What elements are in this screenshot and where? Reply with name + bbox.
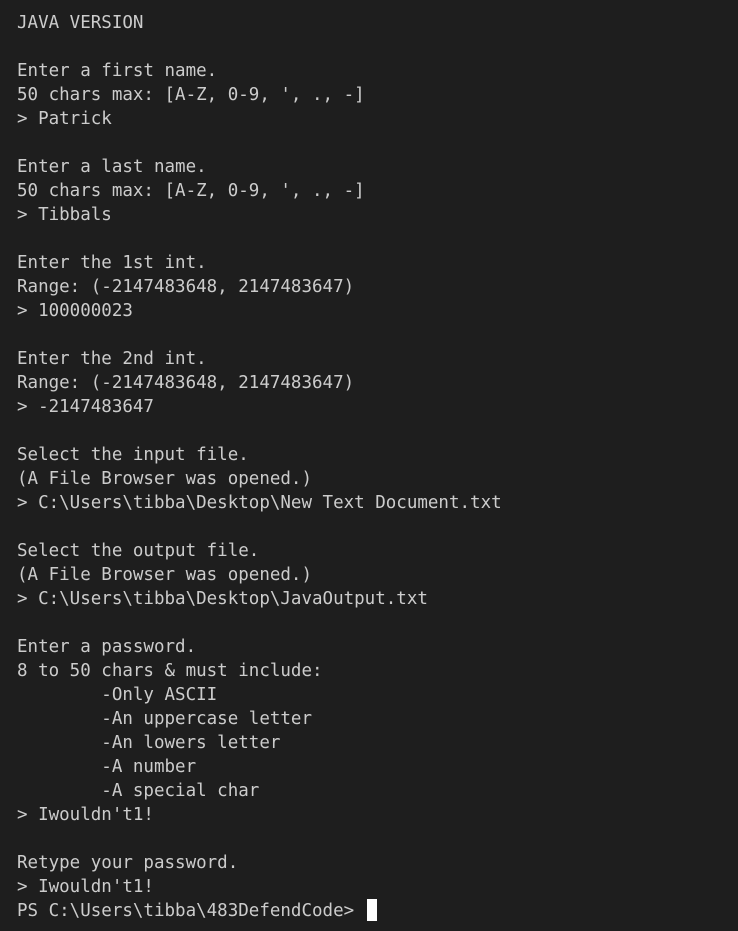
output-line: -A special char — [17, 781, 260, 801]
output-line: > C:\Users\tibba\Desktop\JavaOutput.txt — [17, 589, 428, 609]
output-line: Enter a last name. — [17, 157, 207, 177]
output-line: 50 chars max: [A-Z, 0-9, ', ., -] — [17, 85, 365, 105]
output-line: > Iwouldn't1! — [17, 805, 154, 825]
output-line: > Patrick — [17, 109, 112, 129]
output-line: -An lowers letter — [17, 733, 281, 753]
shell-prompt: PS C:\Users\tibba\483DefendCode> — [17, 901, 365, 921]
text-cursor — [366, 899, 377, 921]
output-line: Enter a password. — [17, 637, 197, 657]
output-line: Select the input file. — [17, 445, 249, 465]
output-line: > -2147483647 — [17, 397, 154, 417]
output-line: (A File Browser was opened.) — [17, 469, 313, 489]
prompt-line[interactable]: PS C:\Users\tibba\483DefendCode> — [17, 899, 734, 923]
output-line: Range: (-2147483648, 2147483647) — [17, 277, 355, 297]
terminal-lines: JAVA VERSION Enter a first name. 50 chars … — [17, 11, 734, 923]
output-line: 50 chars max: [A-Z, 0-9, ', ., -] — [17, 181, 365, 201]
output-line: Select the output file. — [17, 541, 260, 561]
terminal-output[interactable]: JAVA VERSION Enter a first name. 50 chars … — [0, 0, 738, 931]
output-line: > Iwouldn't1! — [17, 877, 154, 897]
output-line: Retype your password. — [17, 853, 239, 873]
output-line: -Only ASCII — [17, 685, 218, 705]
output-line: > 100000023 — [17, 301, 133, 321]
output-line: > C:\Users\tibba\Desktop\New Text Docume… — [17, 493, 502, 513]
output-line: Enter the 1st int. — [17, 253, 207, 273]
output-line: Range: (-2147483648, 2147483647) — [17, 373, 355, 393]
output-line: Enter a first name. — [17, 61, 218, 81]
output-line: -An uppercase letter — [17, 709, 313, 729]
output-line: Enter the 2nd int. — [17, 349, 207, 369]
output-line: (A File Browser was opened.) — [17, 565, 313, 585]
output-line: -A number — [17, 757, 197, 777]
output-line: 8 to 50 chars & must include: — [17, 661, 323, 681]
output-line: > Tibbals — [17, 205, 112, 225]
output-line: JAVA VERSION — [17, 13, 144, 33]
